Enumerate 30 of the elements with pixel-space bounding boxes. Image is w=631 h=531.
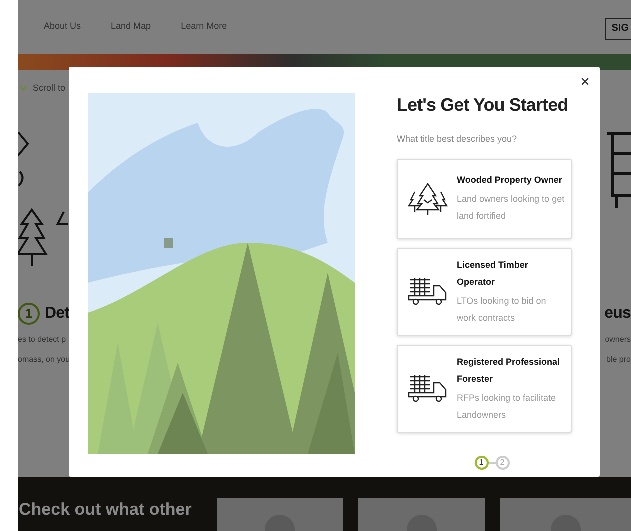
section-heading: Check out what other bbox=[19, 499, 193, 520]
modal-title: Let's Get You Started bbox=[397, 94, 568, 117]
chevron-down-icon bbox=[20, 86, 27, 92]
role-option-card[interactable]: Licensed Timber Operator LTOs looking to bid on work contracts bbox=[397, 248, 572, 336]
step-text: es to detect p bbox=[18, 334, 68, 346]
option-title: Wooded Property Owner bbox=[457, 174, 564, 187]
step-number: 1 bbox=[18, 302, 40, 324]
option-title: Licensed Timber Operator bbox=[457, 258, 530, 289]
timber-truck-icon bbox=[408, 374, 448, 404]
step-title: Det bbox=[45, 304, 70, 324]
nav-link[interactable]: Land Map bbox=[111, 20, 152, 34]
option-title: Registered Professional Forester bbox=[457, 356, 562, 386]
role-option-card[interactable]: Registered Professional Forester RFPs looking to facilitate Landowners bbox=[397, 344, 572, 432]
role-option-card[interactable]: Wooded Property Owner Land owners looking to get land fortified bbox=[397, 158, 572, 238]
nav-link[interactable]: Learn More bbox=[181, 20, 228, 34]
nav-link[interactable]: About Us bbox=[44, 20, 82, 34]
option-description: Land owners looking to get land fortified bbox=[457, 193, 565, 223]
option-description: LTOs looking to bid on work contracts bbox=[457, 294, 548, 324]
step-text: ble pro bbox=[606, 354, 631, 366]
step-text: owners bbox=[605, 334, 631, 346]
step-indicator[interactable]: 1 bbox=[474, 456, 488, 470]
step-title: eus bbox=[604, 304, 631, 324]
prompt-text: What title best describes you? bbox=[397, 133, 518, 146]
step-connector bbox=[488, 462, 496, 464]
close-button[interactable]: × bbox=[580, 75, 590, 91]
option-description: RFPs looking to facilitate Landowners bbox=[457, 392, 558, 422]
sign-in-button[interactable]: SIG bbox=[604, 18, 631, 40]
trees-icon bbox=[408, 182, 448, 216]
scroll-hint[interactable]: Scroll to bbox=[33, 82, 66, 96]
timber-truck-icon bbox=[408, 276, 448, 306]
